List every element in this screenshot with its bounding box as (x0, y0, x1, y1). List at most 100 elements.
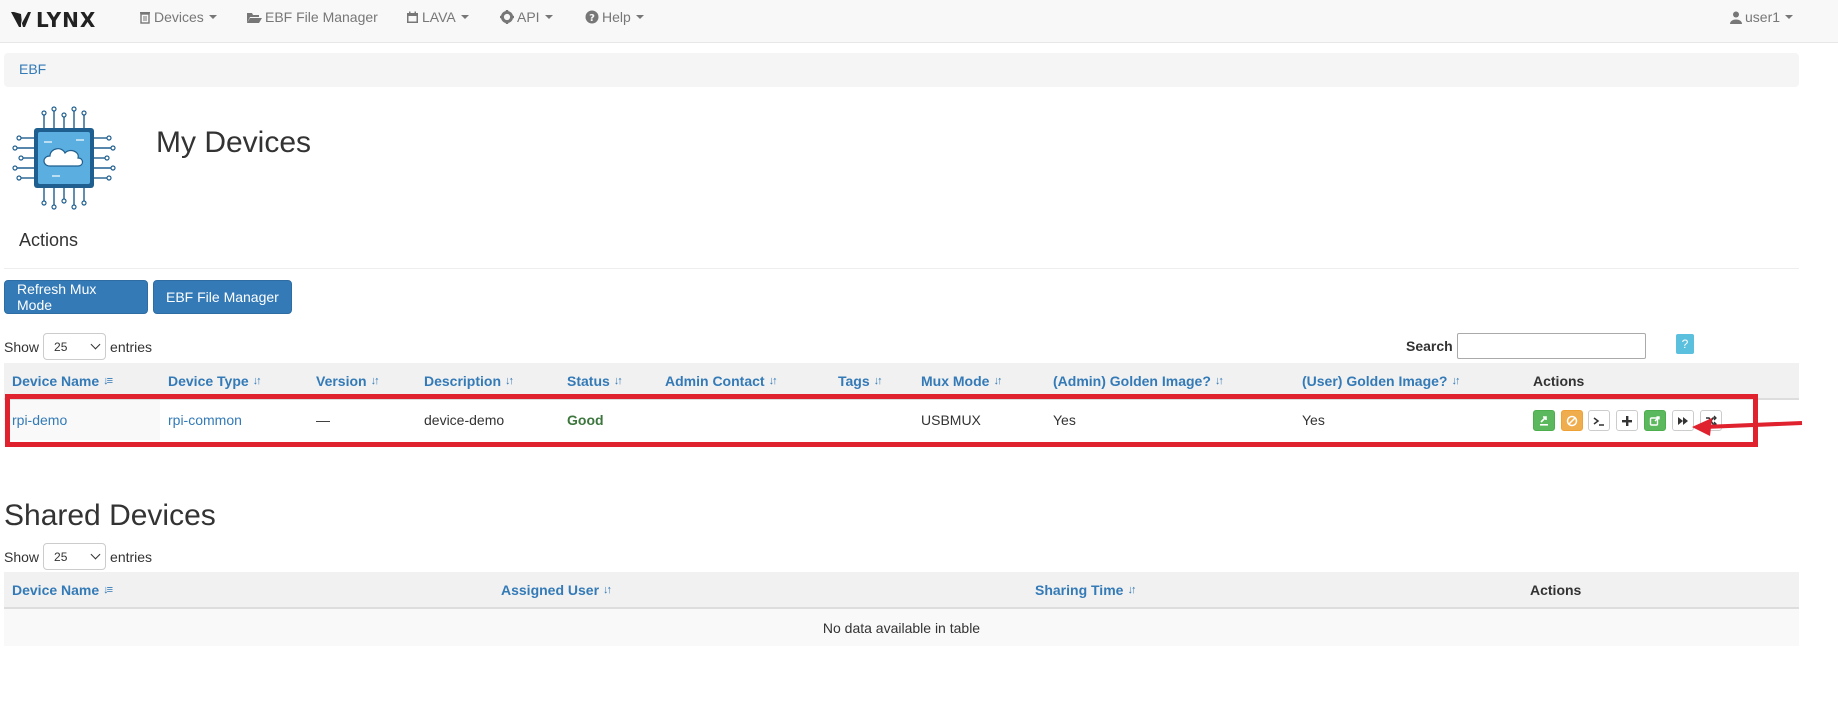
shared-devices-title: Shared Devices (4, 499, 216, 532)
refresh-mux-mode-button[interactable]: Refresh Mux Mode (4, 280, 148, 314)
col-actions-label: Actions (1533, 373, 1585, 389)
sort-icon: ↓↑ (768, 375, 778, 387)
nav-ebf-file-manager-label: EBF File Manager (265, 9, 378, 25)
shared-entries-select[interactable]: 25 (43, 543, 107, 570)
col-device-type-label: Device Type (168, 373, 249, 389)
col-version[interactable]: Version ↓↑ (316, 373, 380, 389)
caret-down-icon (544, 15, 553, 19)
fast-forward-icon (1678, 416, 1688, 425)
mux-mode-cell: USBMUX (921, 412, 981, 428)
breadcrumb-ebf-link[interactable]: EBF (19, 61, 46, 77)
sort-icon: ↓↑ (252, 375, 262, 387)
col-admin-contact[interactable]: Admin Contact ↓↑ (665, 373, 778, 389)
search-input[interactable] (1457, 333, 1646, 359)
console-button[interactable] (1588, 410, 1610, 431)
col-device-name[interactable]: Device Name ↓≡ (12, 373, 113, 389)
empty-table-message: No data available in table (4, 609, 1799, 646)
trash-icon (140, 11, 150, 24)
actions-heading: Actions (19, 230, 79, 250)
sort-icon: ↓↑ (603, 584, 612, 596)
col-device-type[interactable]: Device Type ↓↑ (168, 373, 262, 389)
lynx-logo-icon (11, 12, 31, 27)
divider (4, 268, 1799, 269)
caret-down-icon (1785, 15, 1794, 19)
show-label: Show (4, 338, 40, 355)
col-tags[interactable]: Tags ↓↑ (838, 373, 883, 389)
ebf-file-manager-button[interactable]: EBF File Manager (153, 280, 292, 314)
sort-icon: ↓↑ (505, 375, 514, 387)
calendar-icon (407, 11, 418, 23)
nav-lava[interactable]: LAVA (406, 9, 469, 25)
show-label: Show (4, 548, 40, 565)
col-description[interactable]: Description ↓↑ (424, 373, 514, 389)
nav-api-label: API (517, 9, 540, 25)
search-label: Search (1406, 338, 1453, 354)
col-shared-device-name[interactable]: Device Name ↓≡ (12, 582, 113, 598)
col-tags-label: Tags (838, 373, 870, 389)
arrow-annotation (1692, 418, 1803, 436)
upload-button[interactable] (1533, 410, 1555, 431)
col-device-name-label: Device Name (12, 373, 100, 389)
col-user-golden-image-label: (User) Golden Image? (1302, 373, 1448, 389)
help-button[interactable]: ? (1676, 334, 1694, 354)
device-type-link[interactable]: rpi-common (168, 412, 242, 428)
svg-text:?: ? (589, 13, 595, 24)
ban-icon (1566, 415, 1578, 426)
nav-lava-label: LAVA (422, 9, 456, 25)
sort-icon: ↓↑ (1214, 375, 1224, 387)
nav-ebf-file-manager[interactable]: EBF File Manager (246, 9, 378, 25)
share-icon (1649, 415, 1660, 426)
device-chip-logo (12, 106, 116, 213)
user-menu[interactable]: user1 (1730, 9, 1794, 25)
user-name: user1 (1745, 9, 1781, 25)
caret-down-icon (635, 15, 644, 19)
my-devices-table-header: Device Name ↓≡ Device Type ↓↑ Version ↓↑ De… (4, 363, 1799, 400)
col-user-golden-image[interactable]: (User) Golden Image? ↓↑ (1302, 373, 1460, 389)
nav-api[interactable]: API (500, 9, 553, 25)
device-name-link[interactable]: rpi-demo (12, 412, 67, 428)
shared-entries-select-value: 25 (54, 549, 68, 564)
sort-icon: ↓↑ (873, 375, 883, 387)
table-row: rpi-demo rpi-common — device-demo Good U… (4, 400, 1799, 440)
col-shared-device-name-label: Device Name (12, 582, 100, 598)
add-button[interactable] (1616, 410, 1638, 431)
col-mux-mode[interactable]: Mux Mode ↓↑ (921, 373, 1002, 389)
entries-label: entries (110, 548, 153, 565)
folder-open-icon (247, 12, 262, 23)
page-title: My Devices (156, 126, 312, 159)
nav-devices-label: Devices (154, 9, 204, 25)
user-icon (1730, 11, 1742, 24)
col-assigned-user[interactable]: Assigned User ↓↑ (501, 582, 612, 598)
disable-button[interactable] (1561, 410, 1583, 431)
col-admin-golden-image[interactable]: (Admin) Golden Image? ↓↑ (1053, 373, 1224, 389)
sort-icon: ↓↑ (1127, 584, 1136, 596)
col-shared-actions: Actions (1530, 582, 1581, 598)
entries-select[interactable]: 25 (43, 333, 107, 360)
description-cell: device-demo (424, 412, 505, 428)
entries-select-value: 25 (54, 339, 68, 354)
nav-help[interactable]: ? Help (585, 9, 644, 25)
col-status[interactable]: Status ↓↑ (567, 373, 623, 389)
sort-icon: ↓↑ (993, 375, 1002, 387)
chip-cloud-icon (12, 106, 116, 210)
user-golden-image-cell: Yes (1302, 412, 1325, 428)
col-version-label: Version (316, 373, 367, 389)
breadcrumb: EBF (4, 53, 1799, 87)
caret-down-icon (460, 15, 469, 19)
sort-icon: ↓↑ (370, 375, 380, 387)
terminal-icon (1593, 416, 1604, 426)
col-sharing-time[interactable]: Sharing Time ↓↑ (1035, 582, 1136, 598)
upload-icon (1540, 415, 1548, 426)
share-button[interactable] (1644, 410, 1666, 431)
nav-help-label: Help (602, 9, 631, 25)
top-navbar: LYNX Devices EBF File Manager LAVA API ?… (0, 0, 1838, 43)
question-circle-icon: ? (585, 10, 599, 24)
col-status-label: Status (567, 373, 610, 389)
chevron-down-icon (90, 549, 101, 560)
admin-golden-image-cell: Yes (1053, 412, 1076, 428)
sort-asc-icon: ↓≡ (103, 584, 113, 596)
chevron-down-icon (90, 339, 101, 350)
plus-icon (1622, 415, 1632, 426)
brand-logo[interactable]: LYNX (10, 7, 96, 33)
nav-devices[interactable]: Devices (139, 9, 217, 25)
